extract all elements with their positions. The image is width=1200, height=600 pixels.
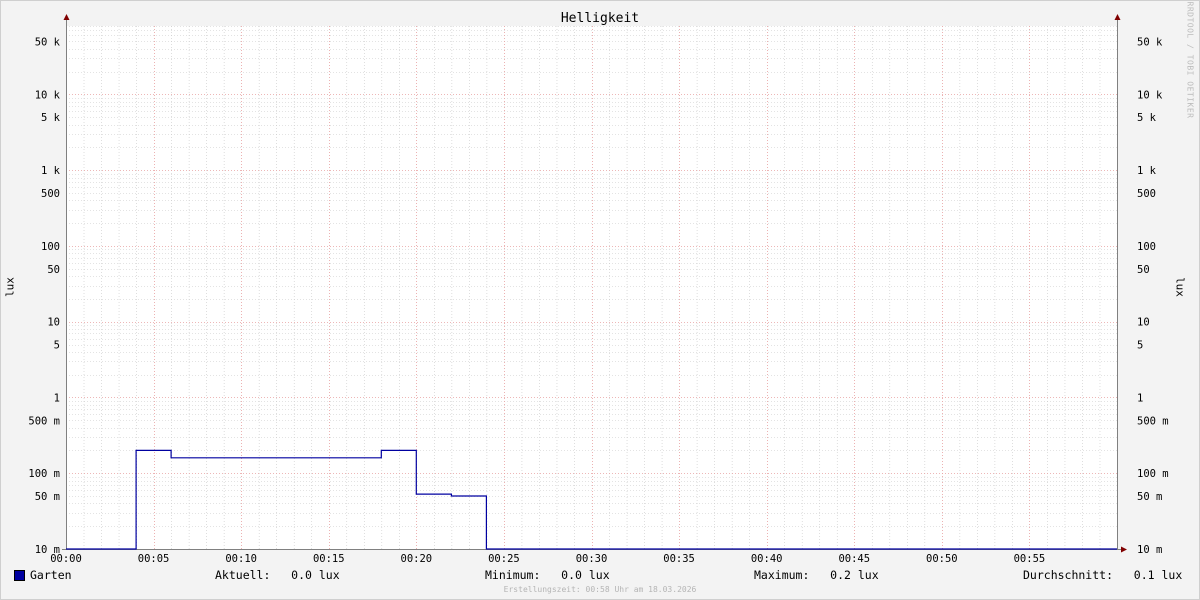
x-tick-label: 00:10 [225,553,257,565]
y-tick-label-right: 500 [1137,188,1156,200]
legend-series-name: Garten [30,568,72,582]
legend-average: Durchschnitt: 0.1 lux [1023,568,1183,582]
y-tick-label-left: 100 m [28,468,60,480]
y-tick-label-right: 100 m [1137,468,1169,480]
x-tick-label: 00:50 [926,553,958,565]
y-tick-label-left: 50 k [35,36,61,48]
legend-maximum: Maximum: 0.2 lux [754,568,879,582]
y-axis-arrow-left [63,14,70,20]
plot-area: 00:00 00:05 00:10 00:15 00:20 00:25 00:30 00:35… [28,14,1169,565]
y-tick-label-left: 500 m [28,415,60,427]
creation-time-footer: Erstellungszeit: 00:58 Uhr am 18.03.2026 [503,585,697,594]
y-tick-label-right: 5 k [1137,112,1157,124]
y-tick-label-left: 10 k [35,89,61,101]
y-tick-label-left: 5 k [41,112,61,124]
legend-current: Aktuell: 0.0 lux [215,568,340,582]
x-tick-label: 00:20 [401,553,433,565]
y-tick-label-right: 500 m [1137,415,1169,427]
legend-minimum: Minimum: 0.0 lux [485,568,610,582]
y-tick-label-right: 10 m [1137,544,1162,556]
legend: Garten Aktuell: 0.0 lux Minimum: 0.0 lux… [0,568,1200,584]
y-tick-label-right: 50 m [1137,491,1162,503]
x-tick-label: 00:40 [751,553,783,565]
y-axis-arrow-right [1114,14,1121,20]
x-tick-label: 00:30 [576,553,608,565]
y-tick-label-left: 500 [41,188,60,200]
y-tick-label-right: 1 [1137,392,1143,404]
plot-background [66,26,1117,549]
y-tick-label-right: 10 [1137,317,1150,329]
y-tick-label-left: 1 k [41,165,61,177]
y-tick-label-left: 5 [54,340,60,352]
x-tick-label: 00:35 [663,553,695,565]
x-tick-label: 00:05 [138,553,170,565]
y-tick-label-right: 5 [1137,340,1143,352]
y-tick-label-left: 100 [41,241,60,253]
x-tick-label: 00:25 [488,553,520,565]
x-tick-label: 00:15 [313,553,345,565]
x-tick-label: 00:55 [1014,553,1046,565]
y-tick-label-right: 50 [1137,264,1150,276]
y-tick-label-left: 50 [47,264,60,276]
y-tick-label-left: 10 m [35,544,60,556]
y-tick-label-left: 50 m [35,491,60,503]
y-tick-label-left: 1 [54,392,60,404]
y-tick-label-right: 100 [1137,241,1156,253]
x-axis-arrow [1121,546,1127,553]
x-tick-label: 00:45 [838,553,870,565]
y-tick-label-right: 1 k [1137,165,1157,177]
y-tick-label-right: 50 k [1137,36,1163,48]
y-tick-label-left: 10 [47,317,60,329]
y-tick-label-right: 10 k [1137,89,1163,101]
